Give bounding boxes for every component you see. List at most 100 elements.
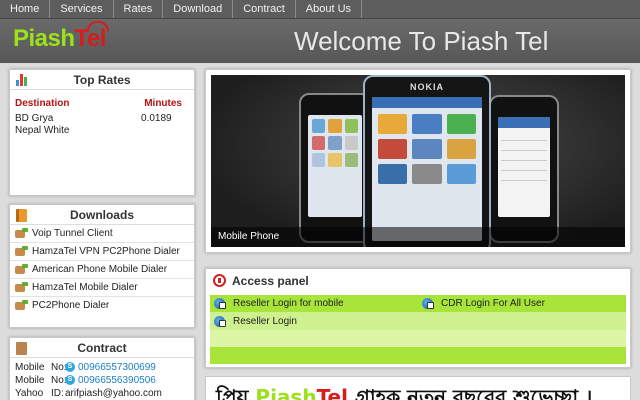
download-item[interactable]: PC2Phone Dialer [10,297,194,315]
rates-column-headers: Destination Minutes [10,90,194,109]
contract-title: Contract [77,341,127,355]
access-link-reseller-mobile[interactable]: Reseller Login for mobile [210,295,418,312]
download-label[interactable]: Voip Tunnel Client [32,226,113,240]
skype-icon[interactable]: S [65,375,75,385]
contact-row: Yahoo ID: arifpiash@yahoo.com [10,386,194,399]
access-links: Reseller Login for mobile CDR Login For … [210,295,626,365]
contact-sep: No: [51,374,67,386]
rate-row: Nepal White [10,124,194,136]
nav-contract[interactable]: Contract [233,0,296,18]
nav-about-us[interactable]: About Us [296,0,363,18]
col-minutes: Minutes [144,98,182,109]
access-link-label[interactable]: Reseller Login for mobile [233,298,344,309]
contact-phone-link[interactable]: 00966557300699 [78,362,156,373]
globe-icon [214,315,226,327]
contact-phone-link[interactable]: 00966556390506 [78,375,156,386]
globe-icon [422,298,434,309]
top-nav: Home Services Rates Download Contract Ab… [0,0,640,19]
download-label[interactable]: HamzaTel VPN PC2Phone Dialer [32,244,180,258]
address-book-icon [16,342,27,355]
image-slider[interactable]: NOKIA Mobile Phone [205,69,631,253]
phone-image-right [489,95,559,243]
pointing-hand-icon [15,300,29,312]
nav-home[interactable]: Home [0,0,51,18]
contact-row: Mobile No: S 00966556390506 [10,373,194,386]
site-header: PiashTel Welcome To Piash Tel [0,19,640,63]
access-row [210,347,626,364]
logo-main-text: Piash [13,25,75,52]
phone-image-center: NOKIA [363,75,491,247]
contract-header: Contract [10,338,194,358]
downloads-title: Downloads [69,208,134,222]
contact-email: arifpiash@yahoo.com [65,387,162,399]
access-link-reseller-login[interactable]: Reseller Login [210,312,418,330]
banner-logo-accent: Tel [316,385,348,400]
slide-caption: Mobile Phone [211,227,625,247]
download-label[interactable]: PC2Phone Dialer [32,298,109,312]
access-link-label[interactable]: Reseller Login [233,316,297,327]
phone-menu-bar [498,117,550,128]
contact-key: Yahoo [15,387,44,399]
pointing-hand-icon [15,264,29,276]
contact-sep: ID: [51,387,64,399]
access-row [210,330,626,347]
access-empty-cell [418,312,626,330]
download-label[interactable]: HamzaTel Mobile Dialer [32,280,138,294]
skype-icon[interactable]: S [65,362,75,372]
access-link-cdr-login[interactable]: CDR Login For All User [418,295,626,312]
rate-destination: Nepal White [15,125,70,136]
pointing-hand-icon [15,228,29,240]
download-item[interactable]: Voip Tunnel Client [10,225,194,243]
contact-key: Mobile [15,374,45,386]
welcome-heading: Welcome To Piash Tel [294,26,549,56]
top-rates-title: Top Rates [73,73,131,87]
signal-arc-icon [87,21,109,31]
pointing-hand-icon [15,246,29,258]
downloads-panel: Downloads Voip Tunnel Client HamzaTel VP… [9,204,195,328]
greeting-prefix: প্রিয় [216,385,256,400]
rate-destination: BD Grya [15,113,54,124]
phone-screen [498,117,550,217]
bar-chart-icon [16,74,28,86]
greeting-suffix: গ্রাহক নতুন বছরের শুভেচ্ছা । [347,385,593,400]
col-destination: Destination [15,98,70,109]
access-panel-title: Access panel [232,274,309,288]
phone-brand: NOKIA [410,82,444,92]
app-icon-grid [372,108,482,190]
access-row: Reseller Login for mobile CDR Login For … [210,295,626,312]
book-icon [16,209,27,222]
nav-rates[interactable]: Rates [114,0,164,18]
top-rates-header: Top Rates [10,70,194,90]
slide-image[interactable]: NOKIA Mobile Phone [211,75,625,247]
download-item[interactable]: American Phone Mobile Dialer [10,261,194,279]
rate-minutes: 0.0189 [141,113,172,124]
nav-services[interactable]: Services [50,0,114,18]
download-item[interactable]: HamzaTel Mobile Dialer [10,279,194,297]
top-rates-panel: Top Rates Destination Minutes BD Grya 0.… [9,69,195,196]
app-icon-grid [308,115,362,171]
contract-panel: Contract Mobile No: S 00966557300699 Mob… [9,337,195,400]
phone-screen [308,115,362,217]
nav-download[interactable]: Download [163,0,234,18]
greeting-banner: প্রিয় PiashTel গ্রাহক নতুন বছরের শুভেচ্… [205,376,631,400]
contact-sep: No: [51,361,67,373]
phone-menu-bar [372,97,482,108]
download-item[interactable]: HamzaTel VPN PC2Phone Dialer [10,243,194,261]
access-row: Reseller Login [210,312,626,330]
downloads-header: Downloads [10,205,194,225]
song-list [498,128,550,184]
phone-screen [372,97,482,241]
site-logo[interactable]: PiashTel [13,21,109,54]
rate-row: BD Grya 0.0189 [10,109,194,124]
contact-key: Mobile [15,361,45,373]
access-panel-header: Access panel [206,269,630,293]
globe-icon [214,298,226,309]
phone-image-left [299,93,371,243]
contact-row: Mobile No: S 00966557300699 [10,360,194,373]
access-link-label[interactable]: CDR Login For All User [441,298,545,309]
download-label[interactable]: American Phone Mobile Dialer [32,262,167,276]
access-panel: Access panel Reseller Login for mobile C… [205,268,631,368]
greeting-text: প্রিয় PiashTel গ্রাহক নতুন বছরের শুভেচ্… [216,383,592,400]
lock-icon [213,274,226,287]
banner-logo-main: Piash [255,385,317,400]
